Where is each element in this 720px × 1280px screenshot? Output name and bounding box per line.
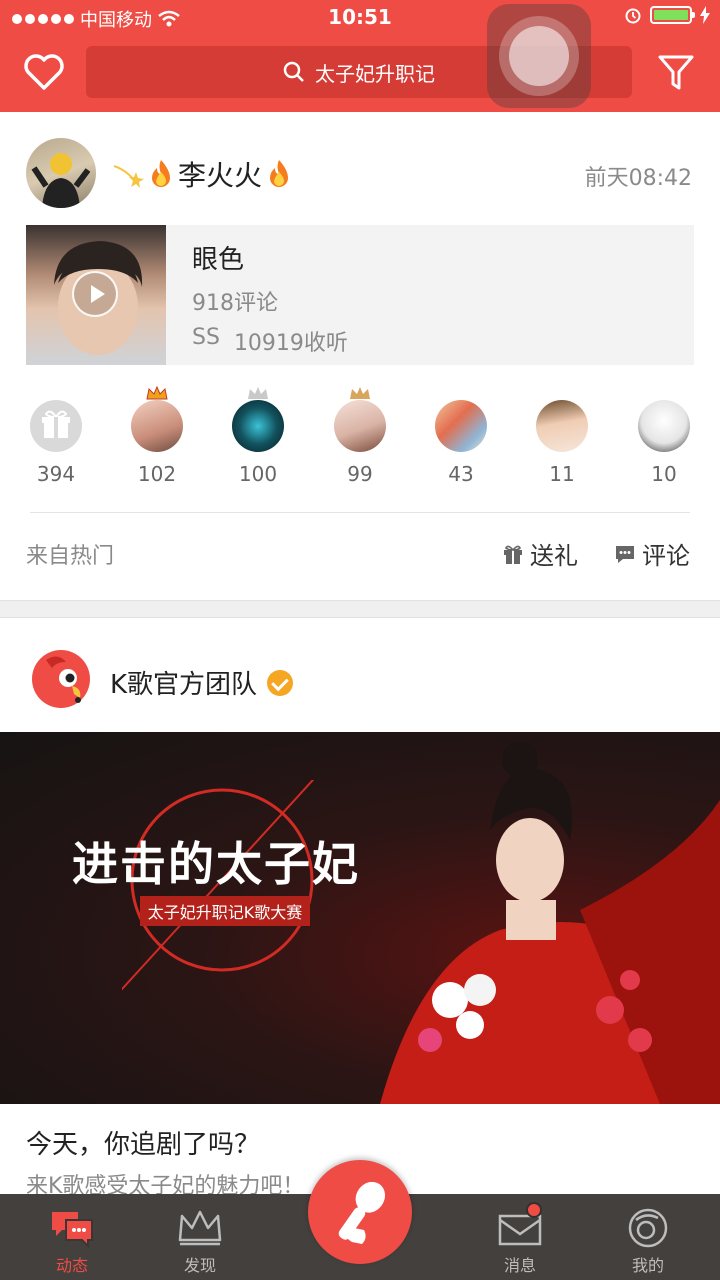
gold-crown-icon [146, 386, 168, 400]
send-gift-button[interactable]: 送礼 [502, 536, 578, 571]
song-stats: SS 10919收听 [192, 325, 348, 357]
gifter-count: 102 [137, 462, 177, 486]
banner-ring-graphic [122, 780, 315, 991]
post2-title: 今天，你追剧了吗？ [26, 1130, 261, 1160]
comment-bubble-icon [616, 545, 634, 563]
tab-me-label: 我的 [631, 1256, 664, 1275]
gift-box-icon [30, 400, 82, 452]
team-name-text: K歌官方团队 [110, 670, 258, 700]
gifter-avatar [334, 387, 386, 452]
record-mic-button[interactable] [308, 1160, 412, 1264]
favorite-heart-icon[interactable] [22, 52, 66, 92]
divider [30, 512, 690, 513]
assistive-touch-button[interactable] [487, 4, 591, 108]
charging-bolt-icon [700, 6, 710, 24]
section-separator [0, 600, 720, 618]
gifter-avatar [131, 386, 183, 452]
tab-messages-label: 消息 [503, 1256, 536, 1275]
fire-icon [270, 160, 289, 187]
gifters-row: 394 102 100 99 43 11 10 [26, 386, 694, 494]
banner-subtitle: 太子妃升职记K歌大赛 [140, 896, 310, 926]
bronze-crown-icon [350, 387, 370, 399]
verified-badge-icon [267, 669, 294, 696]
song-grade: SS [192, 325, 220, 350]
battery-icon [650, 6, 695, 24]
gifter-avatar-item[interactable]: 11 [532, 394, 592, 486]
parrot-logo-icon [46, 656, 81, 703]
k-song-team-logo[interactable] [32, 650, 90, 708]
banner-actress-figure [380, 742, 720, 1104]
gifter-avatar-item[interactable]: 99 [330, 387, 390, 486]
post-author-name[interactable]: 李火火 [112, 154, 294, 194]
song-title: 眼色 [192, 245, 245, 275]
tab-messages[interactable]: 消息 [470, 1200, 570, 1276]
microphone-icon [338, 1181, 386, 1244]
shooting-star-icon [113, 165, 144, 188]
filter-funnel-icon[interactable] [656, 52, 696, 92]
gifter-count: 10 [651, 462, 677, 486]
song-comment-count: 918评论 [192, 291, 278, 316]
search-icon [283, 61, 304, 82]
comment-label: 评论 [642, 542, 690, 570]
post2-author-name[interactable]: K歌官方团队 [110, 664, 294, 701]
profile-face-icon [628, 1208, 668, 1248]
gift-total[interactable]: 394 [26, 394, 86, 486]
status-bar: 中国移动 10:51 [0, 0, 720, 36]
gifter-count: 43 [448, 462, 474, 486]
tab-feed-label: 动态 [55, 1256, 88, 1275]
post-timestamp: 前天08:42 [584, 166, 692, 191]
banner-title: 进击的太子妃 [72, 837, 360, 891]
gifter-avatar-item[interactable]: 100 [228, 387, 288, 486]
gifter-count: 11 [549, 462, 575, 486]
gift-icon [504, 545, 522, 564]
song-listen-count: 10919收听 [233, 331, 348, 356]
gifter-count: 99 [347, 462, 373, 486]
gifter-avatar [638, 400, 690, 452]
send-gift-label: 送礼 [530, 542, 578, 570]
gifter-avatar-item[interactable]: 10 [634, 394, 694, 486]
username-text: 李火火 [178, 159, 263, 192]
feed-chat-icon [52, 1212, 93, 1249]
tab-feed[interactable]: 动态 [22, 1200, 122, 1276]
clock: 10:51 [328, 5, 392, 29]
crown-icon [178, 1210, 222, 1246]
post-source-label: 来自热门 [26, 544, 115, 569]
comment-button[interactable]: 评论 [614, 536, 690, 571]
tab-discover[interactable]: 发现 [150, 1200, 250, 1276]
song-cover-image [26, 225, 166, 365]
post-author-avatar[interactable] [26, 138, 96, 208]
song-card[interactable]: 眼色 918评论 SS 10919收听 [26, 225, 694, 365]
unread-badge [526, 1202, 542, 1218]
gifter-avatar-item[interactable]: 43 [431, 394, 491, 486]
gifter-count: 100 [238, 462, 278, 486]
top-header: 中国移动 10:51 太子妃升职记 [0, 0, 720, 112]
search-text: 太子妃升职记 [315, 61, 435, 86]
play-icon[interactable] [72, 271, 118, 317]
tab-discover-label: 发现 [183, 1256, 216, 1275]
promo-banner-image[interactable] [0, 732, 720, 1104]
gifter-count: 394 [36, 462, 76, 486]
tab-me[interactable]: 我的 [598, 1200, 698, 1276]
gifter-avatar [232, 387, 284, 452]
gifter-avatar-item[interactable]: 102 [127, 386, 187, 486]
gifter-avatar [435, 400, 487, 452]
alarm-icon [625, 8, 641, 24]
gifter-avatar [536, 400, 588, 452]
avatar-figure-icon [31, 153, 91, 208]
silver-crown-icon [248, 387, 268, 399]
fire-icon [152, 160, 170, 187]
